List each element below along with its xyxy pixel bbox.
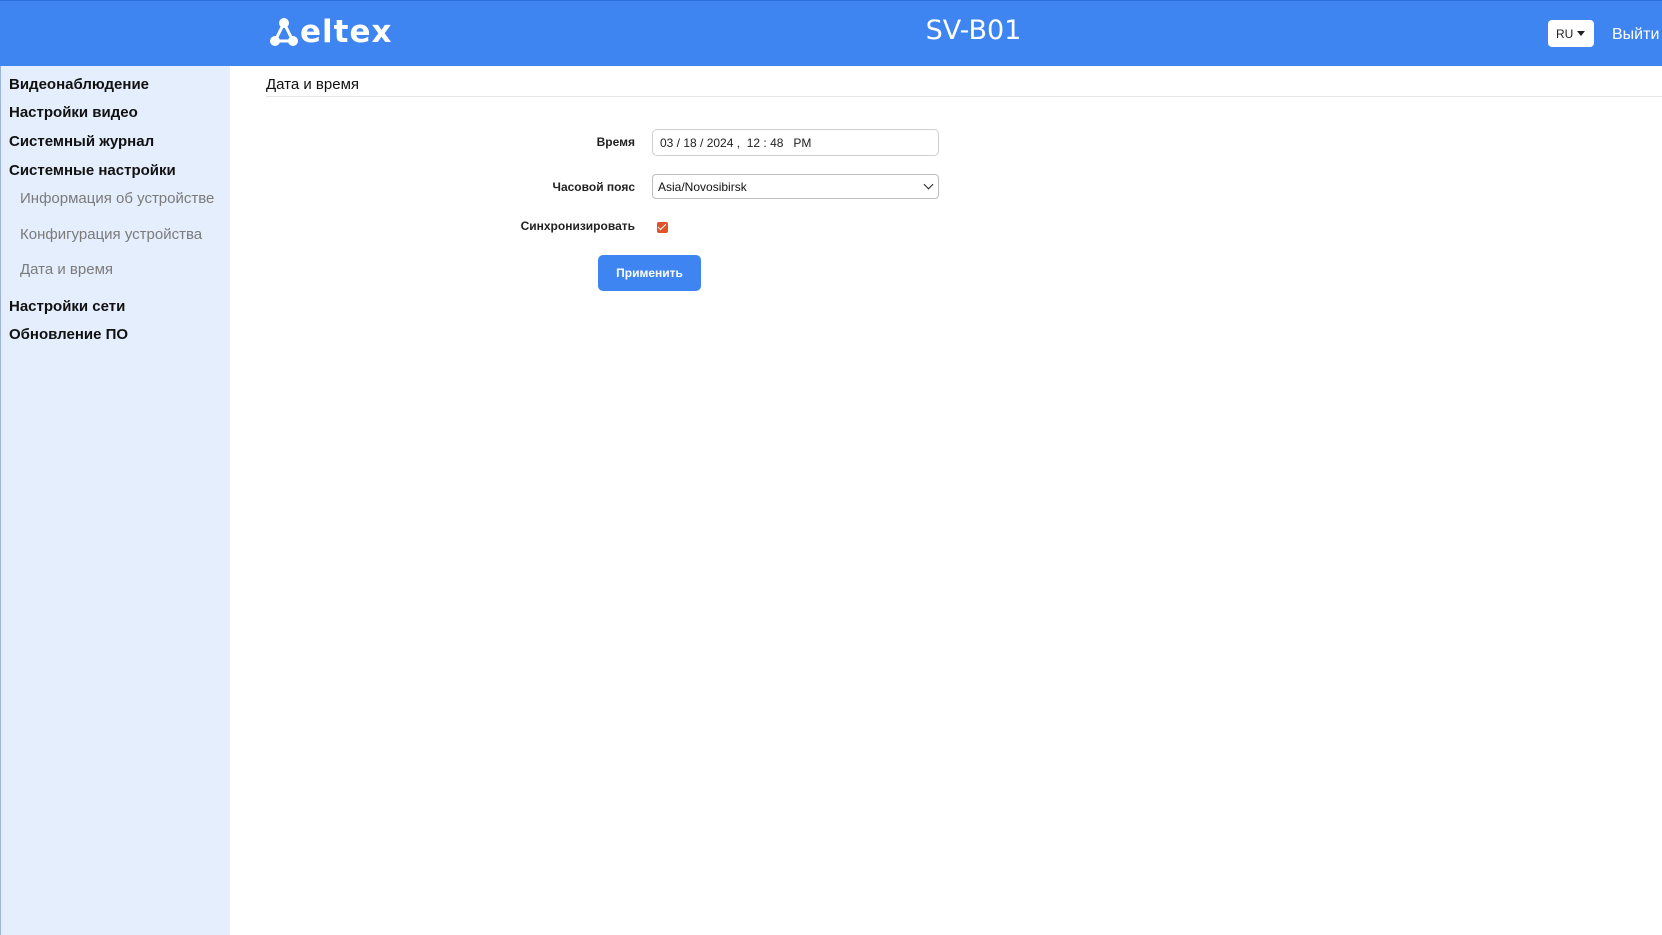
apply-button[interactable]: Применить: [598, 255, 701, 291]
sidebar-subitem-device-info[interactable]: Информация об устройстве: [20, 190, 214, 207]
chevron-down-icon: [923, 179, 934, 190]
sidebar-item-network-settings[interactable]: Настройки сети: [9, 298, 125, 315]
top-bar: eltex SV-B01 RU Выйти: [0, 0, 1662, 66]
sync-label: Синхронизировать: [520, 219, 635, 233]
sync-checkbox[interactable]: [657, 222, 668, 233]
language-select[interactable]: RU: [1548, 20, 1594, 47]
page-title: Дата и время: [266, 76, 360, 93]
sidebar-item-video-surveillance[interactable]: Видеонаблюдение: [9, 76, 149, 93]
time-value: 03 / 18 / 2024 , 12 : 48 PM: [660, 135, 812, 150]
caret-down-icon: [1577, 31, 1585, 36]
language-value: RU: [1556, 26, 1574, 41]
sidebar-item-system-log[interactable]: Системный журнал: [9, 133, 154, 150]
sidebar-subitem-date-time[interactable]: Дата и время: [20, 261, 113, 278]
sidebar-subitem-device-config[interactable]: Конфигурация устройства: [20, 226, 202, 243]
sidebar-item-system-settings[interactable]: Системные настройки: [9, 162, 176, 179]
sidebar-item-firmware-update[interactable]: Обновление ПО: [9, 326, 128, 343]
timezone-select[interactable]: Asia/Novosibirsk: [652, 174, 939, 199]
title-divider: [266, 96, 1662, 97]
time-input[interactable]: 03 / 18 / 2024 , 12 : 48 PM: [652, 129, 939, 156]
logout-link[interactable]: Выйти: [1612, 26, 1659, 44]
device-name: SV-B01: [925, 15, 1022, 46]
timezone-value: Asia/Novosibirsk: [658, 179, 747, 194]
sidebar-item-video-settings[interactable]: Настройки видео: [9, 104, 138, 121]
time-label: Время: [596, 135, 635, 149]
sidebar: Видеонаблюдение Настройки видео Системны…: [0, 66, 230, 935]
timezone-label: Часовой пояс: [552, 180, 635, 194]
